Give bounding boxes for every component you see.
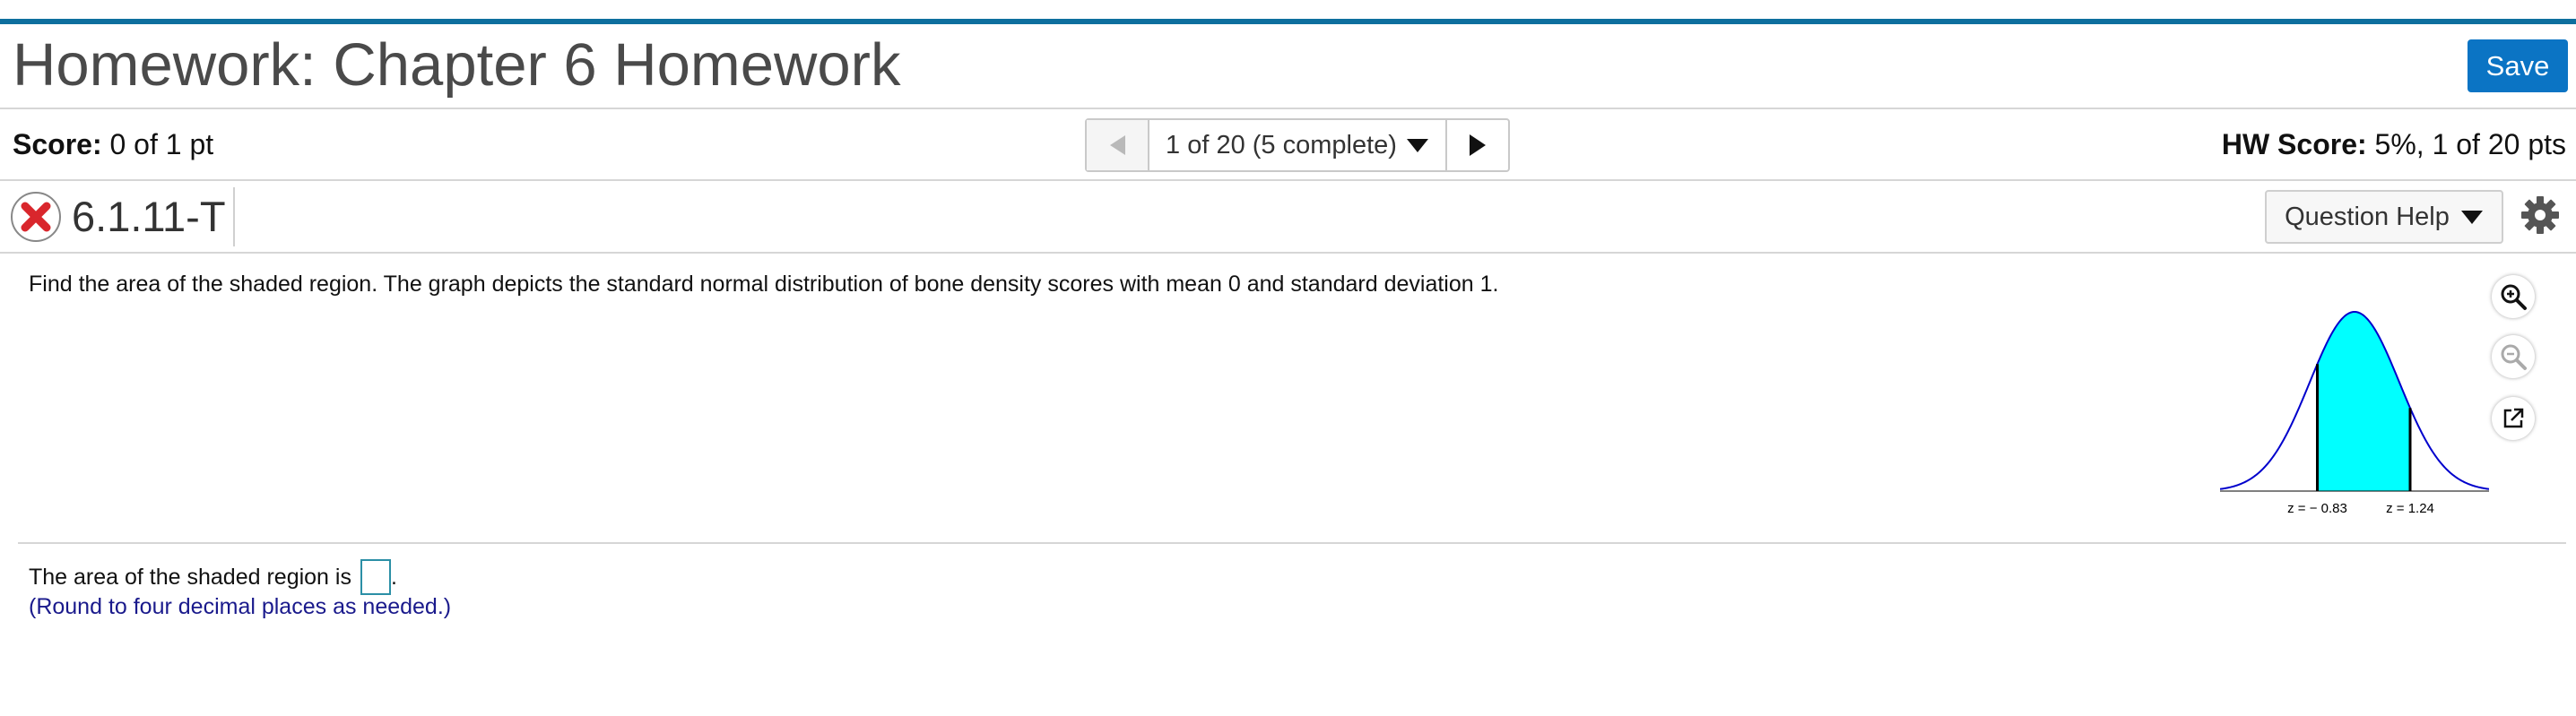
score-label: Score: <box>13 128 102 160</box>
popout-button[interactable] <box>2492 397 2535 440</box>
score-value: 0 of 1 pt <box>109 128 214 160</box>
save-button[interactable]: Save <box>2468 39 2568 92</box>
triangle-left-icon <box>1110 135 1125 155</box>
zoom-in-icon <box>2501 284 2527 310</box>
previous-question-button[interactable] <box>1087 120 1149 170</box>
hw-score-value: 5%, 1 of 20 pts <box>2374 128 2566 160</box>
answer-suffix: . <box>390 564 397 590</box>
x-circle-icon <box>11 192 61 242</box>
question-id: 6.1.11-T <box>72 187 235 246</box>
divider <box>0 179 2576 181</box>
question-position: 1 of 20 (5 complete) <box>1166 130 1397 160</box>
divider <box>0 108 2576 109</box>
top-accent-bar <box>0 19 2576 24</box>
zoom-out-icon <box>2501 344 2527 370</box>
page-title: Homework: Chapter 6 Homework <box>13 31 901 99</box>
answer-prefix: The area of the shaded region is <box>29 564 351 590</box>
question-help-dropdown[interactable]: Question Help <box>2265 190 2503 244</box>
zoom-out-button[interactable] <box>2492 335 2535 378</box>
shaded-region <box>2317 312 2410 491</box>
next-question-button[interactable] <box>1447 120 1508 170</box>
caret-down-icon <box>1406 139 1428 152</box>
score: Score: 0 of 1 pt <box>13 128 213 161</box>
zoom-in-button[interactable] <box>2492 275 2535 318</box>
question-text: Find the area of the shaded region. The … <box>29 272 1499 297</box>
normal-distribution-graph: z = − 0.83 z = 1.24 <box>2220 310 2489 516</box>
question-id-block: 6.1.11-T <box>9 186 235 247</box>
answer-line: The area of the shaded region is . <box>29 559 397 595</box>
external-link-icon <box>2503 408 2524 428</box>
z-left-label: z = − 0.83 <box>2287 501 2347 516</box>
question-select-dropdown[interactable]: 1 of 20 (5 complete) <box>1149 120 1447 170</box>
caret-down-icon <box>2460 211 2483 224</box>
z-right-label: z = 1.24 <box>2386 501 2434 516</box>
question-navigator: 1 of 20 (5 complete) <box>1085 118 1510 172</box>
divider <box>0 252 2576 254</box>
hw-score-label: HW Score: <box>2221 128 2367 160</box>
divider <box>18 542 2566 544</box>
question-help-label: Question Help <box>2285 202 2450 231</box>
answer-input[interactable] <box>360 559 391 595</box>
gear-icon[interactable] <box>2520 195 2560 235</box>
hw-score: HW Score: 5%, 1 of 20 pts <box>2222 128 2566 161</box>
rounding-hint: (Round to four decimal places as needed.… <box>29 594 452 619</box>
triangle-right-icon <box>1470 134 1486 156</box>
